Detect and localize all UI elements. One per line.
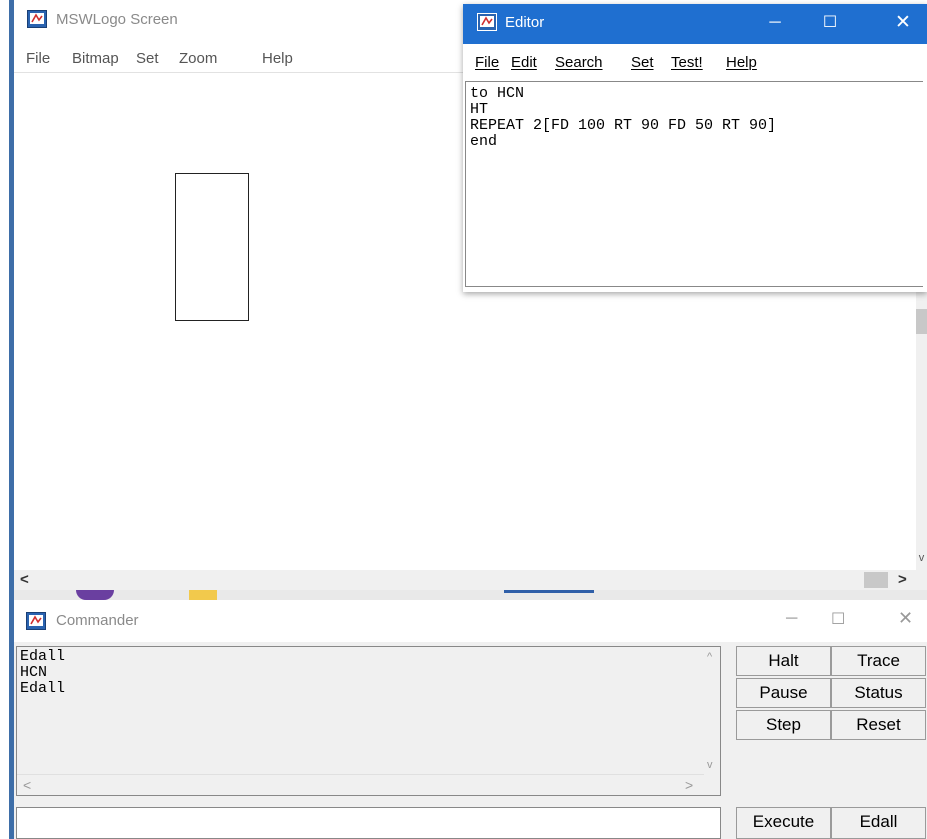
main-window-title: MSWLogo Screen: [56, 11, 178, 28]
close-icon[interactable]: ✕: [898, 608, 913, 629]
menu-zoom[interactable]: Zoom: [179, 50, 217, 67]
minimize-icon[interactable]: ─: [760, 9, 790, 37]
horizontal-scrollbar[interactable]: < >: [14, 570, 927, 590]
menu-help[interactable]: Help: [262, 50, 293, 67]
reset-button[interactable]: Reset: [831, 710, 926, 740]
vertical-scroll-thumb[interactable]: [916, 309, 927, 334]
menu-bitmap[interactable]: Bitmap: [72, 50, 119, 67]
history-line[interactable]: HCN: [20, 665, 65, 681]
command-input[interactable]: [16, 807, 721, 839]
scroll-up-arrow-icon[interactable]: ^: [707, 651, 712, 663]
execute-button[interactable]: Execute: [736, 807, 831, 839]
editor-text-area[interactable]: to HCN HT REPEAT 2[FD 100 RT 90 FD 50 RT…: [465, 81, 923, 287]
commander-window-title: Commander: [56, 612, 139, 629]
editor-window-title: Editor: [505, 14, 545, 31]
editor-menu-help[interactable]: Help: [726, 54, 757, 71]
editor-menu-set[interactable]: Set: [631, 54, 654, 71]
history-lines: Edall HCN Edall: [20, 649, 65, 697]
editor-menu-edit[interactable]: Edit: [511, 54, 537, 71]
mswlogo-app-icon: [26, 612, 46, 635]
history-line[interactable]: Edall: [20, 681, 65, 697]
commander-window: Commander ─ ☐ ✕ Edall HCN Edall ^ v < > …: [9, 600, 927, 839]
menu-file[interactable]: File: [26, 50, 50, 67]
background-logo-fragment: [76, 590, 114, 600]
menu-set[interactable]: Set: [136, 50, 159, 67]
history-line[interactable]: Edall: [20, 649, 65, 665]
editor-menu-test[interactable]: Test!: [671, 54, 703, 71]
minimize-icon[interactable]: ─: [786, 610, 797, 628]
trace-button[interactable]: Trace: [831, 646, 926, 676]
edall-button[interactable]: Edall: [831, 807, 926, 839]
mswlogo-app-icon: [27, 10, 47, 33]
editor-menu-bar: File Edit Search Set Test! Help: [463, 48, 927, 78]
turtle-drawn-rectangle: [175, 173, 249, 321]
scroll-left-arrow-icon[interactable]: <: [20, 570, 29, 590]
close-icon[interactable]: ✕: [888, 9, 918, 37]
scroll-down-arrow-icon[interactable]: v: [916, 551, 927, 565]
horizontal-scroll-thumb[interactable]: [864, 572, 888, 588]
command-history-list[interactable]: Edall HCN Edall ^ v < >: [16, 646, 721, 796]
code-line: to HCN: [470, 85, 525, 102]
editor-menu-search[interactable]: Search: [555, 54, 603, 71]
maximize-icon[interactable]: ☐: [831, 609, 845, 629]
pause-button[interactable]: Pause: [736, 678, 831, 708]
background-fragment: [504, 590, 594, 593]
scroll-left-arrow-icon[interactable]: <: [23, 777, 31, 793]
editor-title-bar[interactable]: Editor ─ ☐ ✕: [463, 4, 927, 44]
scrollbar-divider: [17, 774, 704, 775]
editor-menu-file[interactable]: File: [475, 54, 499, 71]
halt-button[interactable]: Halt: [736, 646, 831, 676]
scroll-right-arrow-icon[interactable]: >: [898, 570, 907, 590]
code-line: REPEAT 2[FD 100 RT 90 FD 50 RT 90]: [470, 117, 777, 134]
code-line: HT: [470, 101, 489, 118]
code-line: end: [470, 133, 498, 150]
status-button[interactable]: Status: [831, 678, 926, 708]
scroll-right-arrow-icon[interactable]: >: [685, 777, 693, 793]
maximize-icon[interactable]: ☐: [815, 9, 845, 37]
scroll-down-arrow-icon[interactable]: v: [707, 759, 713, 771]
mswlogo-app-icon: [477, 13, 497, 36]
commander-title-bar[interactable]: Commander ─ ☐ ✕: [14, 600, 927, 642]
background-window-strip: [14, 590, 927, 600]
step-button[interactable]: Step: [736, 710, 831, 740]
background-fragment: [189, 590, 217, 600]
editor-window: Editor ─ ☐ ✕ File Edit Search Set Test! …: [463, 4, 927, 292]
